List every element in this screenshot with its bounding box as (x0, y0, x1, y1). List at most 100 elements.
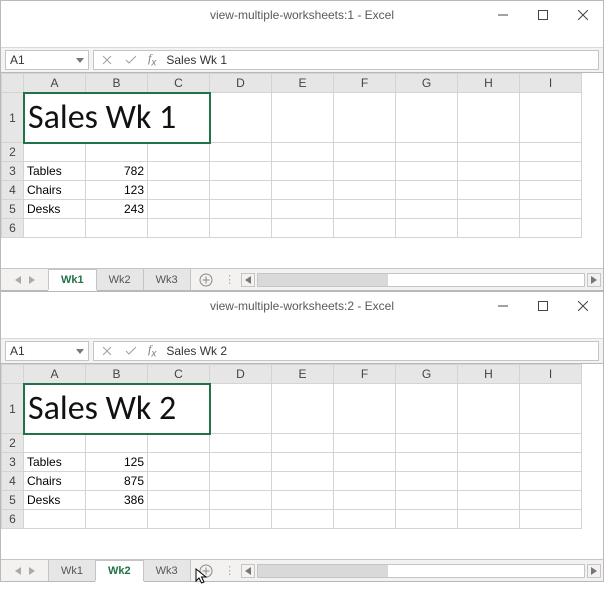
row-header[interactable]: 4 (2, 472, 24, 491)
cell[interactable] (520, 472, 582, 491)
cell[interactable] (396, 472, 458, 491)
cell[interactable] (148, 491, 210, 510)
minimize-button[interactable] (483, 292, 523, 320)
cell[interactable] (458, 384, 520, 434)
cell[interactable] (458, 510, 520, 529)
cell[interactable] (334, 510, 396, 529)
scroll-left-icon[interactable] (241, 564, 255, 578)
row-header[interactable]: 5 (2, 491, 24, 510)
cell[interactable] (210, 491, 272, 510)
cell[interactable] (272, 510, 334, 529)
cell[interactable] (396, 434, 458, 453)
cell[interactable] (148, 219, 210, 238)
maximize-button[interactable] (523, 1, 563, 29)
cell[interactable]: 875 (86, 472, 148, 491)
spreadsheet-grid[interactable]: A B C D E F G H I 1 Sales Wk 1 2 3 T (1, 73, 582, 238)
cell[interactable] (272, 384, 334, 434)
cell[interactable] (210, 510, 272, 529)
cell[interactable] (210, 219, 272, 238)
cell[interactable] (520, 93, 582, 143)
cell[interactable] (210, 181, 272, 200)
cell[interactable] (272, 491, 334, 510)
cell[interactable] (458, 143, 520, 162)
cell[interactable] (458, 181, 520, 200)
cell[interactable] (396, 162, 458, 181)
cell[interactable] (334, 162, 396, 181)
cell[interactable]: 386 (86, 491, 148, 510)
sheet-tab-wk3[interactable]: Wk3 (143, 560, 191, 581)
col-header[interactable]: G (396, 365, 458, 384)
row-header[interactable]: 5 (2, 200, 24, 219)
chevron-down-icon[interactable] (76, 344, 84, 358)
enter-icon[interactable] (124, 346, 138, 356)
cell[interactable] (458, 491, 520, 510)
cell[interactable] (396, 181, 458, 200)
cell[interactable] (272, 200, 334, 219)
cell[interactable] (210, 162, 272, 181)
name-box[interactable]: A1 (5, 341, 89, 361)
row-header[interactable]: 1 (2, 93, 24, 143)
cell[interactable]: Chairs (24, 181, 86, 200)
col-header[interactable]: F (334, 365, 396, 384)
cell[interactable]: Tables (24, 453, 86, 472)
cell[interactable] (24, 510, 86, 529)
cell[interactable] (520, 510, 582, 529)
col-header[interactable]: F (334, 74, 396, 93)
col-header[interactable]: I (520, 74, 582, 93)
scroll-right-icon[interactable] (587, 564, 601, 578)
sheet-tab-wk1[interactable]: Wk1 (48, 269, 97, 291)
cell[interactable]: Chairs (24, 472, 86, 491)
cell[interactable] (520, 219, 582, 238)
cell[interactable] (272, 472, 334, 491)
cell[interactable] (520, 491, 582, 510)
row-header[interactable]: 1 (2, 384, 24, 434)
col-header[interactable]: H (458, 74, 520, 93)
cell[interactable] (396, 93, 458, 143)
col-header[interactable]: G (396, 74, 458, 93)
cell[interactable] (396, 453, 458, 472)
cell-A1[interactable]: Sales Wk 1 (24, 93, 210, 143)
cell[interactable] (396, 491, 458, 510)
col-header[interactable]: D (210, 74, 272, 93)
row-header[interactable]: 6 (2, 219, 24, 238)
cell[interactable] (458, 219, 520, 238)
cell[interactable] (210, 93, 272, 143)
close-button[interactable] (563, 1, 603, 29)
cell[interactable]: Desks (24, 491, 86, 510)
cell[interactable] (272, 93, 334, 143)
cell[interactable] (210, 434, 272, 453)
select-all-corner[interactable] (2, 74, 24, 93)
cell[interactable] (272, 434, 334, 453)
horizontal-scrollbar[interactable] (239, 269, 603, 290)
select-all-corner[interactable] (2, 365, 24, 384)
sheet-tab-wk3[interactable]: Wk3 (143, 269, 191, 290)
row-header[interactable]: 3 (2, 453, 24, 472)
cell[interactable] (148, 510, 210, 529)
cell[interactable] (520, 434, 582, 453)
cell[interactable] (520, 181, 582, 200)
cell[interactable] (210, 453, 272, 472)
cell[interactable] (334, 384, 396, 434)
cell[interactable]: 123 (86, 181, 148, 200)
col-header[interactable]: A (24, 74, 86, 93)
cell[interactable] (520, 162, 582, 181)
col-header[interactable]: B (86, 365, 148, 384)
cell[interactable]: 125 (86, 453, 148, 472)
minimize-button[interactable] (483, 1, 523, 29)
row-header[interactable]: 2 (2, 434, 24, 453)
formula-input[interactable]: fx Sales Wk 1 (93, 50, 599, 70)
col-header[interactable]: B (86, 74, 148, 93)
cell[interactable]: Tables (24, 162, 86, 181)
col-header[interactable]: E (272, 74, 334, 93)
cell[interactable] (396, 219, 458, 238)
row-header[interactable]: 4 (2, 181, 24, 200)
cell[interactable] (458, 434, 520, 453)
cell[interactable] (272, 453, 334, 472)
cell[interactable] (24, 219, 86, 238)
scroll-track[interactable] (257, 273, 585, 287)
cell[interactable] (272, 219, 334, 238)
fx-icon[interactable]: fx (148, 342, 156, 359)
cell[interactable]: 782 (86, 162, 148, 181)
col-header[interactable]: D (210, 365, 272, 384)
titlebar[interactable]: view-multiple-worksheets:2 - Excel (1, 292, 603, 320)
